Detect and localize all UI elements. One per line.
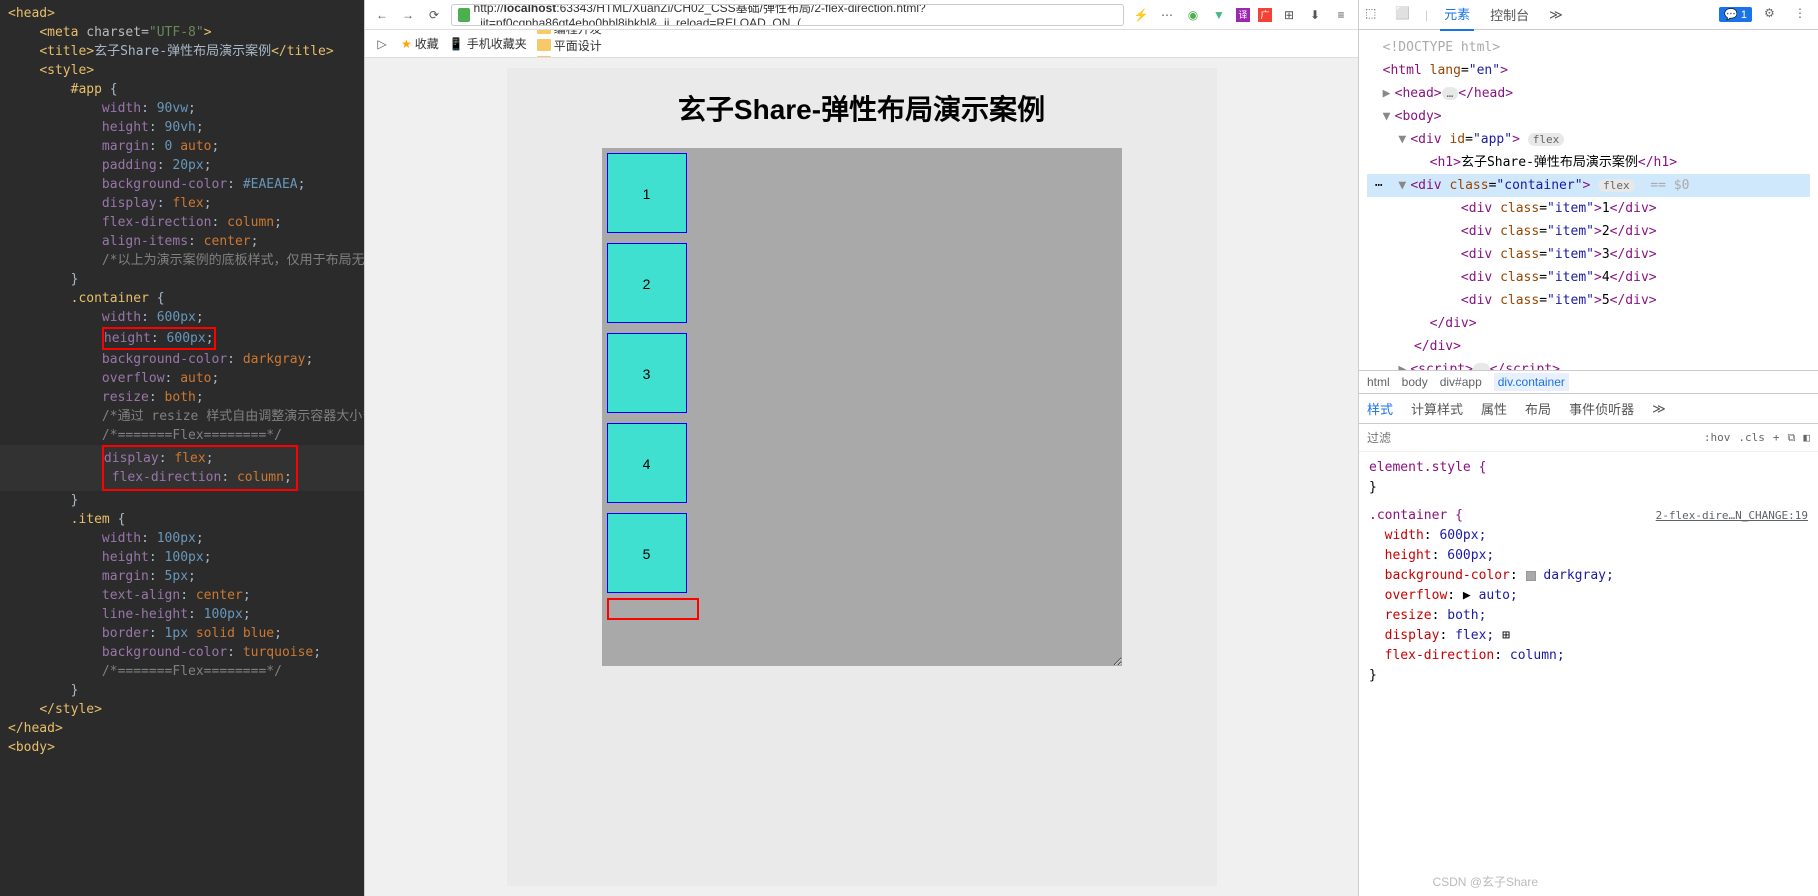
dom-doctype[interactable]: <!DOCTYPE html> [1367, 36, 1810, 59]
dom-item[interactable]: <div class="item">5</div> [1367, 289, 1810, 312]
copy-icon[interactable]: ⧉ [1788, 431, 1796, 445]
bookmark-fav[interactable]: ★收藏 [401, 35, 439, 52]
watermark: CSDN @玄子Share [1432, 873, 1538, 890]
url-bar[interactable]: http://localhost:63343/HTML/XuanZi/CH02_… [451, 4, 1124, 26]
dom-head[interactable]: ▶<head>…</head> [1367, 82, 1810, 105]
dom-app-close[interactable]: </div> [1367, 335, 1810, 358]
dom-script[interactable]: ▶<script>…</script> [1367, 358, 1810, 370]
lightning-icon[interactable]: ⚡ [1132, 6, 1150, 24]
css-declaration[interactable]: overflow: ▶ auto; [1369, 586, 1808, 606]
download-icon[interactable]: ⬇ [1306, 6, 1324, 24]
dom-item[interactable]: <div class="item">3</div> [1367, 243, 1810, 266]
menu-icon[interactable]: ≡ [1332, 6, 1350, 24]
settings-icon[interactable]: ⚙ [1764, 6, 1782, 24]
code-editor[interactable]: <head> <meta charset="UTF-8"> <title>玄子S… [0, 0, 364, 896]
inspect-icon[interactable]: ⬚ [1365, 6, 1383, 24]
reload-button[interactable]: ⟳ [425, 6, 443, 24]
ext3-icon[interactable]: 译 [1236, 8, 1250, 22]
color-swatch[interactable] [1526, 571, 1536, 581]
dom-container-close[interactable]: </div> [1367, 312, 1810, 335]
add-rule-button[interactable]: + [1773, 431, 1780, 444]
shield-icon [458, 8, 470, 22]
dom-item[interactable]: <div class="item">2</div> [1367, 220, 1810, 243]
kebab-icon[interactable]: ⋮ [1794, 6, 1812, 24]
dom-body[interactable]: ▼<body> [1367, 105, 1810, 128]
bookmark-mobile[interactable]: 📱手机收藏夹 [449, 35, 527, 52]
computed-toggle-icon[interactable]: ◧ [1803, 431, 1810, 444]
css-declaration[interactable]: resize: both; [1369, 606, 1808, 626]
sidebar-toggle-icon[interactable]: ▷ [373, 35, 391, 53]
bc-html[interactable]: html [1367, 375, 1390, 389]
css-declaration[interactable]: flex-direction: column; [1369, 646, 1808, 666]
dom-app[interactable]: ▼<div id="app"> flex [1367, 128, 1810, 151]
flex-item: 3 [607, 333, 687, 413]
url-text: http://localhost:63343/HTML/XuanZi/CH02_… [474, 4, 1117, 26]
tab-console[interactable]: 控制台 [1486, 0, 1533, 30]
flex-item: 4 [607, 423, 687, 503]
element-style-rule[interactable]: element.style { [1369, 458, 1808, 478]
styles-filter-row: :hov .cls + ⧉ ◧ [1359, 424, 1818, 452]
styles-tabs: 样式 计算样式 属性 布局 事件侦听器 ≫ [1359, 394, 1818, 424]
css-declaration[interactable]: height: 600px; [1369, 546, 1808, 566]
flex-item: 1 [607, 153, 687, 233]
dom-h1[interactable]: <h1>玄子Share-弹性布局演示案例</h1> [1367, 151, 1810, 174]
back-button[interactable]: ← [373, 6, 391, 24]
ext4-icon[interactable]: 广 [1258, 8, 1272, 22]
app-frame: 玄子Share-弹性布局演示案例 1 2 3 4 5 [507, 68, 1217, 886]
flex-container[interactable]: 1 2 3 4 5 [602, 148, 1122, 666]
dom-breadcrumb: html body div#app div.container [1359, 370, 1818, 394]
device-icon[interactable]: ⬜ [1395, 6, 1413, 24]
css-declaration[interactable]: width: 600px; [1369, 526, 1808, 546]
dom-container-selected[interactable]: ⋯ ▼<div class="container"> flex == $0 [1367, 174, 1810, 197]
cls-button[interactable]: .cls [1738, 431, 1765, 444]
page-viewport: 玄子Share-弹性布局演示案例 1 2 3 4 5 [365, 58, 1358, 896]
highlighted-scroll-area [607, 598, 699, 620]
styles-pane[interactable]: element.style { } 2-flex-dire…N_CHANGE:1… [1359, 452, 1818, 896]
tab-listeners[interactable]: 事件侦听器 [1569, 399, 1634, 418]
issues-badge[interactable]: 💬 1 [1719, 7, 1752, 22]
css-declaration[interactable]: background-color: darkgray; [1369, 566, 1808, 586]
folder-icon [537, 30, 551, 34]
folder-icon [537, 39, 551, 51]
more-icon[interactable]: ⋯ [1158, 6, 1176, 24]
flex-item: 5 [607, 513, 687, 593]
dom-item[interactable]: <div class="item">1</div> [1367, 197, 1810, 220]
flex-badge-icon[interactable]: ⊞ [1502, 628, 1510, 643]
container-rule[interactable]: 2-flex-dire…N_CHANGE:19 .container { [1369, 506, 1808, 526]
hov-button[interactable]: :hov [1704, 431, 1731, 444]
bc-container[interactable]: div.container [1494, 373, 1569, 391]
bookmark-item[interactable]: 平面设计 [537, 37, 612, 54]
source-link[interactable]: 2-flex-dire…N_CHANGE:19 [1656, 506, 1808, 526]
tab-properties[interactable]: 属性 [1481, 399, 1507, 418]
forward-button[interactable]: → [399, 6, 417, 24]
apps-icon[interactable]: ⊞ [1280, 6, 1298, 24]
devtools-tabs: ⬚ ⬜ | 元素 控制台 ≫ 💬 1 ⚙ ⋮ [1359, 0, 1818, 30]
page-title: 玄子Share-弹性布局演示案例 [678, 88, 1045, 128]
flex-item: 2 [607, 243, 687, 323]
tab-more-styles[interactable]: ≫ [1652, 401, 1666, 417]
browser-panel: ← → ⟳ http://localhost:63343/HTML/XuanZi… [364, 0, 1358, 896]
tab-more[interactable]: ≫ [1545, 1, 1567, 29]
css-declaration[interactable]: display: flex; ⊞ [1369, 626, 1808, 646]
dom-item[interactable]: <div class="item">4</div> [1367, 266, 1810, 289]
tab-elements[interactable]: 元素 [1440, 0, 1474, 31]
devtools-panel: ⬚ ⬜ | 元素 控制台 ≫ 💬 1 ⚙ ⋮ <!DOCTYPE html> <… [1358, 0, 1818, 896]
star-icon: ★ [401, 37, 412, 51]
bc-body[interactable]: body [1402, 375, 1428, 389]
ext1-icon[interactable]: ◉ [1184, 6, 1202, 24]
bookmarks-bar: ▷ ★收藏 📱手机收藏夹 玄子Sha...玄子云奇迹秀首席灯...哔哩哔哩...… [365, 30, 1358, 58]
tab-styles[interactable]: 样式 [1367, 399, 1393, 418]
bc-app[interactable]: div#app [1440, 375, 1482, 389]
tab-layout[interactable]: 布局 [1525, 399, 1551, 418]
styles-filter-input[interactable] [1367, 431, 1696, 445]
tab-computed[interactable]: 计算样式 [1411, 399, 1463, 418]
ext2-icon[interactable]: ▼ [1210, 6, 1228, 24]
dom-html[interactable]: <html lang="en"> [1367, 59, 1810, 82]
dom-tree[interactable]: <!DOCTYPE html> <html lang="en"> ▶<head>… [1359, 30, 1818, 370]
browser-toolbar: ← → ⟳ http://localhost:63343/HTML/XuanZi… [365, 0, 1358, 30]
